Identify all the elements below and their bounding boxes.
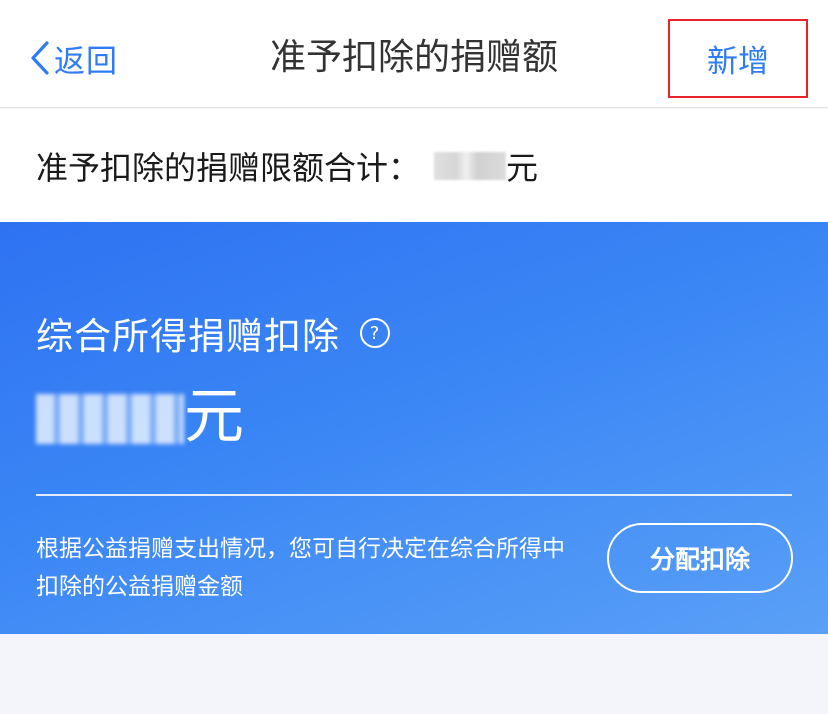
chevron-left-icon bbox=[30, 40, 50, 76]
back-label: 返回 bbox=[54, 43, 118, 80]
masked-amount bbox=[434, 151, 507, 180]
card-description: 根据公益捐赠支出情况，您可自行决定在综合所得中扣除的公益捐赠金额 bbox=[36, 536, 565, 600]
allocate-deduction-button[interactable]: 分配扣除 bbox=[607, 523, 793, 593]
help-symbol: ? bbox=[369, 322, 381, 344]
deduction-limit-total: 准予扣除的捐赠限额合计： 元 bbox=[0, 109, 828, 222]
deduction-amount: 元 bbox=[36, 384, 244, 450]
deduction-limit-label: 准予扣除的捐赠限额合计： bbox=[36, 148, 421, 187]
card-title: 综合所得捐赠扣除 ? bbox=[36, 306, 390, 360]
divider bbox=[36, 494, 792, 496]
add-button[interactable]: 新增 bbox=[668, 19, 808, 98]
back-button[interactable]: 返回 bbox=[30, 36, 118, 80]
amount-unit: 元 bbox=[184, 382, 244, 452]
masked-deduction-amount bbox=[36, 394, 184, 444]
nav-bar: 返回 准予扣除的捐赠额 新增 bbox=[0, 0, 828, 108]
donation-deduction-card: 综合所得捐赠扣除 ? 元 根据公益捐赠支出情况，您可自行决定在综合所得中扣除的公… bbox=[0, 222, 828, 634]
question-circle-icon[interactable]: ? bbox=[360, 318, 390, 348]
card-title-text: 综合所得捐赠扣除 bbox=[36, 315, 340, 358]
deduction-limit-unit: 元 bbox=[506, 148, 539, 187]
